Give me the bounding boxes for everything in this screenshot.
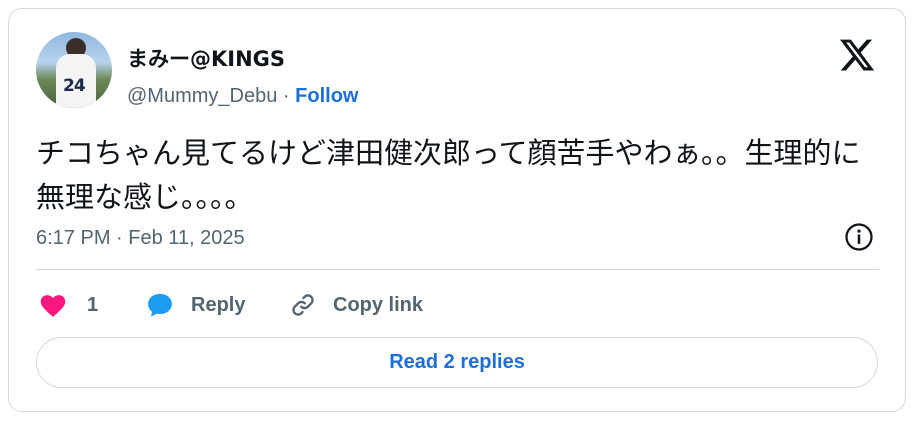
avatar-jersey-number: 24 — [63, 76, 86, 96]
author-handle[interactable]: @Mummy_Debu — [127, 85, 277, 107]
tweet-timestamp[interactable]: 6:17 PM · Feb 11, 2025 — [36, 227, 245, 250]
divider — [36, 269, 879, 270]
author-handle-row: @Mummy_Debu · Follow — [127, 85, 358, 108]
tweet-card: 24 まみー@KINGS @Mummy_Debu · Follow チコちゃん見… — [8, 8, 906, 412]
avatar[interactable]: 24 — [36, 32, 112, 108]
reply-label: Reply — [191, 293, 246, 316]
copy-link-button[interactable]: Copy link — [289, 289, 423, 321]
reply-button[interactable]: Reply — [145, 289, 245, 321]
info-icon[interactable] — [844, 222, 874, 252]
heart-icon — [40, 295, 66, 317]
handle-separator: · — [282, 85, 290, 107]
tweet-text: チコちゃん見てるけど津田健次郎って顔苦手やわぁ。。生理的に無理な感じ。。。。 — [36, 136, 861, 214]
copy-link-label: Copy link — [333, 293, 424, 316]
x-logo-icon[interactable] — [838, 36, 876, 74]
read-replies-label: Read 2 replies — [389, 351, 525, 373]
author-display-name[interactable]: まみー@KINGS — [127, 43, 285, 73]
speech-bubble-icon — [148, 293, 172, 317]
like-count: 1 — [87, 293, 99, 316]
link-icon — [292, 294, 314, 316]
follow-button[interactable]: Follow — [295, 85, 358, 107]
like-button[interactable]: 1 — [39, 289, 98, 321]
read-replies-button[interactable]: Read 2 replies — [36, 337, 878, 388]
